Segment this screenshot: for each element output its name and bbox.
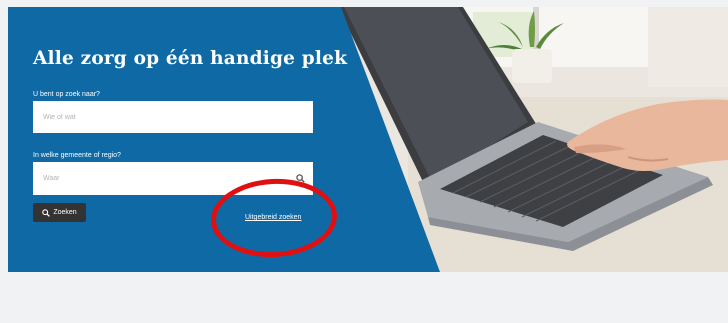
search-panel-background: [8, 7, 440, 272]
what-label: U bent op zoek naar?: [33, 91, 100, 98]
what-input[interactable]: [33, 101, 313, 133]
search-button-label: Zoeken: [53, 209, 77, 216]
page-title: Alle zorg op één handige plek: [33, 48, 348, 69]
search-button[interactable]: Zoeken: [33, 203, 86, 222]
where-label: In welke gemeente of regio?: [33, 152, 121, 159]
search-icon: [42, 208, 51, 217]
advanced-search-link[interactable]: Uitgebreid zoeken: [245, 214, 301, 221]
hero-banner: Alle zorg op één handige plek U bent op …: [8, 7, 728, 272]
